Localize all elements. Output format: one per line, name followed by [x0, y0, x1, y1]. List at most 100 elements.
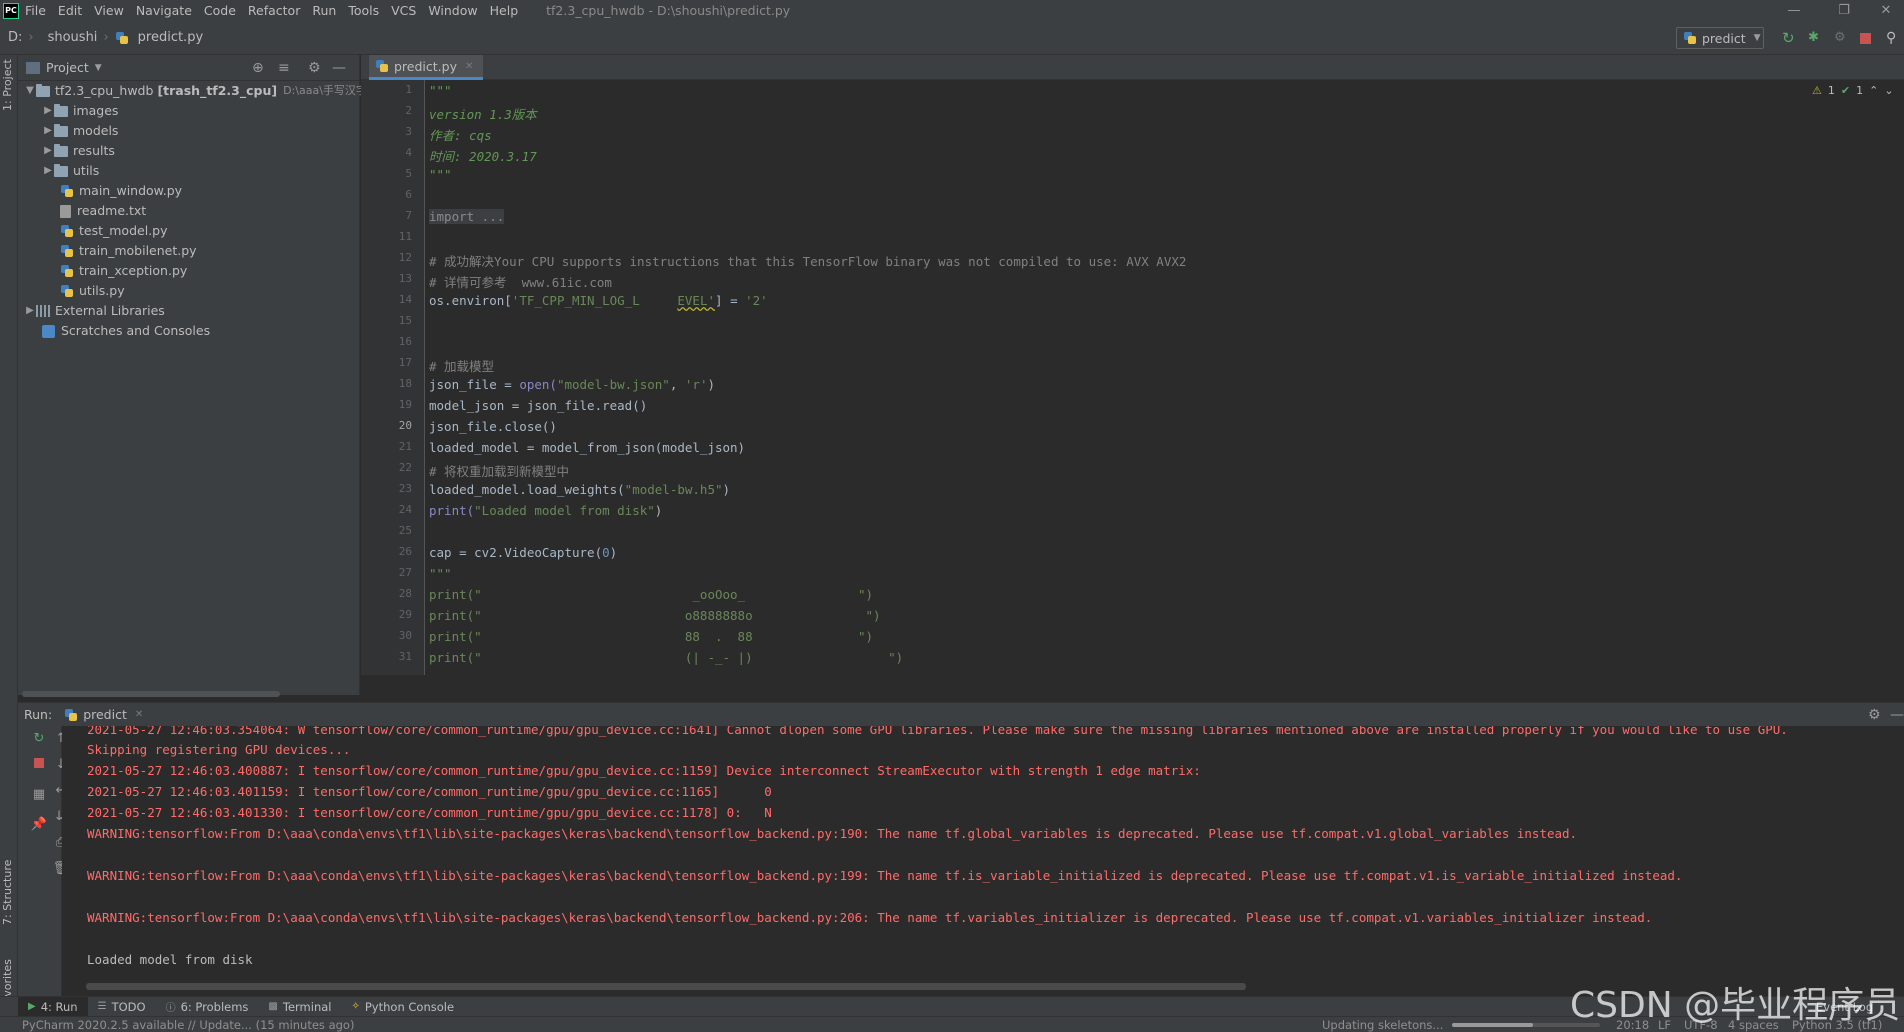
- menu-run[interactable]: Run: [306, 0, 342, 21]
- tree-item-external-libraries[interactable]: ▶ External Libraries: [24, 301, 165, 321]
- hide-panel-icon[interactable]: —: [1890, 707, 1904, 723]
- tree-item-train-mobilenet[interactable]: train_mobilenet.py: [60, 241, 197, 261]
- code-line: print(" _ooOoo_ "): [429, 587, 874, 602]
- tree-item-test-model[interactable]: test_model.py: [60, 221, 167, 241]
- tool-terminal-button[interactable]: ▩ Terminal: [258, 997, 341, 1017]
- rerun-icon[interactable]: ↻: [30, 730, 48, 748]
- tool-python-console-button[interactable]: ✧ Python Console: [341, 997, 464, 1017]
- folded-imports[interactable]: import ...: [429, 209, 505, 224]
- code-line: cap = cv2.VideoCapture(0): [429, 545, 617, 560]
- run-configuration-selector[interactable]: predict ▼: [1676, 27, 1764, 49]
- menu-edit[interactable]: Edit: [52, 0, 88, 21]
- gear-icon[interactable]: ⚙: [308, 60, 321, 76]
- code-line: model_json = json_file.read(): [429, 398, 648, 413]
- tool-label: Python Console: [364, 999, 455, 1014]
- background-task[interactable]: Updating skeletons...: [1322, 1017, 1443, 1032]
- restore-icon[interactable]: ❐: [1824, 0, 1864, 21]
- chevron-right-icon[interactable]: ▶: [42, 161, 54, 181]
- menu-vcs[interactable]: VCS: [385, 0, 422, 21]
- code-token: ): [707, 377, 716, 392]
- line-number: 2: [405, 104, 412, 117]
- tree-item-utils-py[interactable]: utils.py: [60, 281, 125, 301]
- chevron-right-icon[interactable]: ▶: [24, 301, 36, 321]
- line-number: 22: [398, 461, 412, 474]
- menu-tools[interactable]: Tools: [342, 0, 385, 21]
- check-icon: ✔: [1840, 84, 1851, 97]
- code-editor[interactable]: """ version 1.3版本 作者: cqs 时间: 2020.3.17 …: [426, 80, 1904, 675]
- stop-icon[interactable]: [30, 756, 48, 774]
- tree-item-utils[interactable]: ▶ utils: [42, 161, 99, 181]
- tree-item-main-window[interactable]: main_window.py: [60, 181, 182, 201]
- warning-count: 1: [1827, 84, 1835, 97]
- project-tool-tab[interactable]: 1: Project: [1, 59, 14, 111]
- search-icon[interactable]: ⚲: [1886, 30, 1902, 46]
- tree-item-train-xception[interactable]: train_xception.py: [60, 261, 187, 281]
- menu-refactor[interactable]: Refactor: [242, 0, 306, 21]
- tree-item-label: images: [73, 103, 119, 118]
- menu-help[interactable]: Help: [484, 0, 525, 21]
- stop-icon[interactable]: [1860, 33, 1871, 44]
- tree-item-label: utils.py: [79, 283, 125, 298]
- project-panel: Project ▼ ⊕ ≡ ⚙ — ▼ tf2.3_cpu_hwdb [tras…: [18, 55, 378, 697]
- run-console-output[interactable]: 2021-05-27 12:46:03.354064: W tensorflow…: [62, 726, 1904, 996]
- chevron-right-icon[interactable]: ▶: [42, 121, 54, 141]
- tree-item-scratches[interactable]: Scratches and Consoles: [42, 321, 210, 341]
- tool-problems-button[interactable]: ⓘ 6: Problems: [156, 997, 259, 1017]
- console-line: WARNING:tensorflow:From D:\aaa\conda\env…: [87, 910, 1653, 925]
- pin-icon[interactable]: 📌: [30, 816, 48, 834]
- structure-tool-tab[interactable]: 7: Structure: [1, 860, 14, 925]
- python-file-icon: [60, 184, 74, 198]
- chevron-right-icon[interactable]: ▶: [42, 141, 54, 161]
- layout-icon[interactable]: ▦: [30, 786, 48, 804]
- menu-window[interactable]: Window: [422, 0, 483, 21]
- chevron-down-icon[interactable]: ▼: [95, 63, 102, 73]
- breadcrumb-drive[interactable]: D:: [4, 30, 26, 45]
- menu-code[interactable]: Code: [198, 0, 242, 21]
- left-tool-strip: 1: Project 7: Structure 2: Favorites: [0, 55, 18, 1023]
- tree-item-results[interactable]: ▶ results: [42, 141, 115, 161]
- pycharm-logo-icon: PC: [3, 2, 19, 19]
- library-icon: [36, 305, 50, 317]
- code-line: os.environ['TF_CPP_MIN_LOG_L EVEL'] = '2…: [429, 293, 768, 308]
- line-number: 19: [398, 398, 412, 411]
- run-config-label: predict: [1702, 30, 1746, 46]
- console-line: WARNING:tensorflow:From D:\aaa\conda\env…: [87, 868, 1683, 883]
- breadcrumb-folder[interactable]: shoushi: [44, 30, 102, 45]
- debug-icon[interactable]: ✱: [1808, 30, 1824, 46]
- menu-navigate[interactable]: Navigate: [130, 0, 198, 21]
- rerun-icon[interactable]: ↻: [1782, 30, 1798, 46]
- close-tab-icon[interactable]: ✕: [135, 709, 143, 720]
- project-hscrollbar[interactable]: [22, 691, 280, 697]
- chevron-down-icon[interactable]: ▼: [24, 81, 36, 101]
- close-tab-icon[interactable]: ✕: [465, 61, 473, 72]
- menu-file[interactable]: File: [19, 0, 52, 21]
- line-number: 11: [398, 230, 412, 243]
- chevron-up-icon[interactable]: ⌃: [1869, 84, 1878, 97]
- status-message[interactable]: PyCharm 2020.2.5 available // Update... …: [22, 1017, 354, 1032]
- hide-panel-icon[interactable]: —: [332, 60, 346, 76]
- breadcrumb-separator: ›: [28, 30, 34, 45]
- project-view-selector[interactable]: Project: [46, 60, 89, 75]
- menu-view[interactable]: View: [88, 0, 130, 21]
- tree-item-readme[interactable]: readme.txt: [60, 201, 146, 221]
- code-line: print(" o8888888o "): [429, 608, 881, 623]
- console-hscrollbar[interactable]: [86, 983, 1246, 990]
- locate-icon[interactable]: ⊕: [252, 60, 264, 76]
- chevron-right-icon[interactable]: ▶: [42, 101, 54, 121]
- close-icon[interactable]: ✕: [1866, 0, 1904, 21]
- tree-item-models[interactable]: ▶ models: [42, 121, 118, 141]
- tool-todo-button[interactable]: ☰ TODO: [88, 997, 156, 1017]
- breadcrumb-file[interactable]: predict.py: [134, 30, 208, 45]
- tool-run-button[interactable]: ▶ 4: Run: [18, 996, 88, 1017]
- chevron-down-icon[interactable]: ⌄: [1884, 84, 1893, 97]
- gear-icon[interactable]: ⚙: [1868, 707, 1881, 723]
- collapse-all-icon[interactable]: ≡: [278, 60, 290, 76]
- minimize-icon[interactable]: —: [1774, 0, 1814, 21]
- tree-root[interactable]: ▼ tf2.3_cpu_hwdb [trash_tf2.3_cpu] D:\aa…: [24, 81, 378, 101]
- run-tab-predict[interactable]: predict: [83, 707, 127, 722]
- root-module: [trash_tf2.3_cpu]: [157, 83, 278, 98]
- tab-predict-py[interactable]: predict.py ✕: [369, 55, 484, 80]
- inspection-widget[interactable]: ⚠ 1 ✔ 1 ⌃ ⌄: [1812, 84, 1894, 97]
- coverage-icon[interactable]: ⚙: [1834, 30, 1850, 46]
- tree-item-images[interactable]: ▶ images: [42, 101, 118, 121]
